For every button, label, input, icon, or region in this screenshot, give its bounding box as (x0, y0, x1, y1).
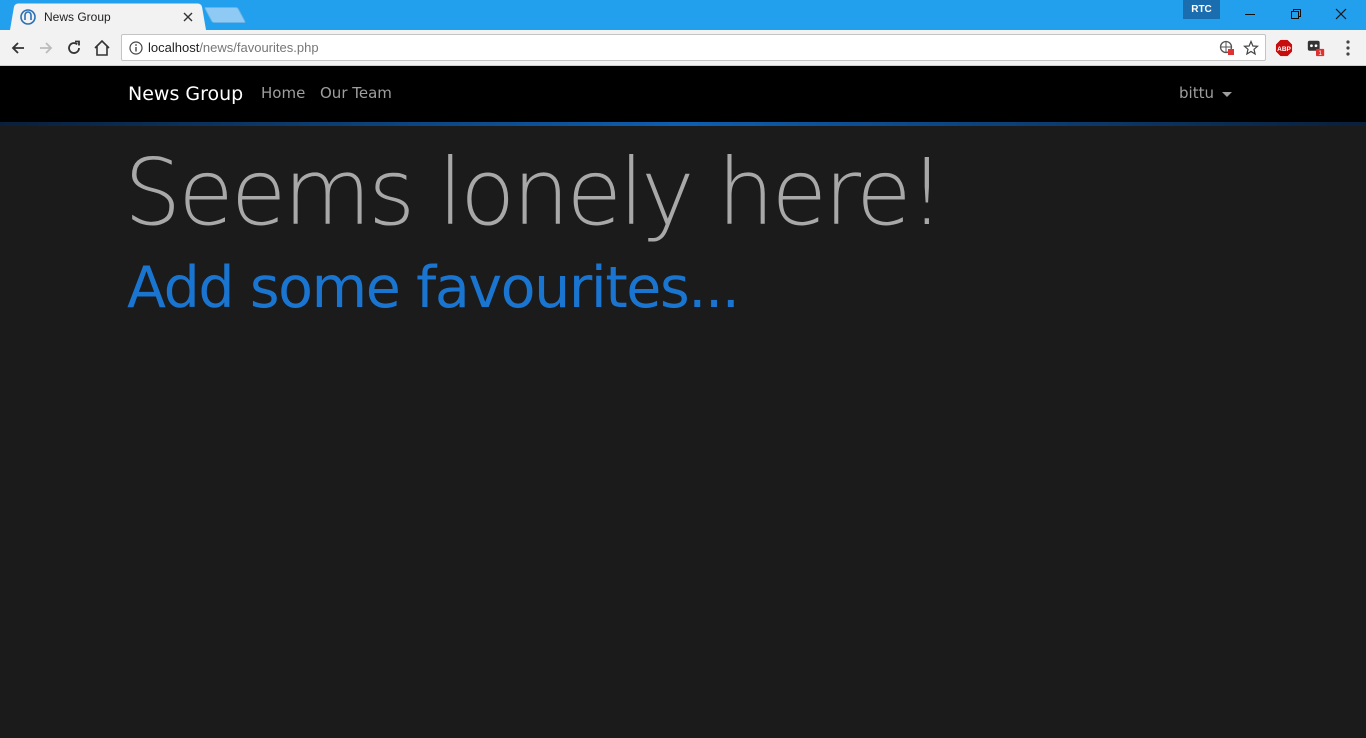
url-text[interactable]: localhost/news/favourites.php (148, 40, 319, 55)
page-subtitle: Add some favourites... (127, 255, 740, 321)
minimize-icon (1245, 14, 1255, 15)
nav-link-home[interactable]: Home (261, 84, 305, 102)
site-brand-link[interactable]: News Group (128, 83, 243, 105)
browser-toolbar: localhost/news/favourites.php ABP 1 (0, 30, 1366, 66)
bookmark-star-icon[interactable] (1242, 39, 1260, 57)
user-dropdown[interactable]: bittu (1179, 84, 1232, 102)
restore-icon (1291, 9, 1301, 19)
tab-title: News Group (44, 10, 111, 24)
nav-link-our-team[interactable]: Our Team (320, 84, 392, 102)
back-button[interactable] (5, 35, 31, 61)
chrome-menu-icon[interactable] (1338, 38, 1358, 58)
extension-notification-icon[interactable]: 1 (1306, 38, 1326, 58)
back-arrow-icon (11, 42, 24, 54)
page-title: Seems lonely here! (124, 139, 945, 246)
navbar-accent-line (0, 122, 1366, 126)
abp-label: ABP (1277, 46, 1291, 53)
site-navbar: News Group Home Our Team bittu (0, 66, 1366, 122)
browser-tab[interactable]: News Group (20, 4, 202, 30)
translate-blocked-icon[interactable] (1218, 39, 1236, 57)
adblock-plus-icon[interactable]: ABP (1274, 38, 1294, 58)
site-info-icon[interactable] (128, 40, 144, 56)
tab-close-icon[interactable] (180, 9, 196, 25)
close-window-button[interactable] (1318, 0, 1364, 28)
forward-arrow-icon (40, 42, 53, 54)
extension-badge-count: 1 (1318, 50, 1322, 57)
address-bar[interactable]: localhost/news/favourites.php (121, 34, 1266, 61)
home-button[interactable] (89, 35, 115, 61)
user-name: bittu (1179, 84, 1214, 102)
rtc-badge: RTC (1183, 0, 1220, 19)
forward-button[interactable] (33, 35, 59, 61)
reload-icon (68, 40, 80, 54)
close-icon (1335, 8, 1347, 20)
browser-titlebar: News Group RTC (0, 0, 1366, 30)
url-host: localhost (148, 40, 200, 55)
url-path: /news/favourites.php (199, 40, 319, 55)
news-group-favicon-icon (20, 9, 36, 25)
home-icon (94, 39, 110, 56)
minimize-button[interactable] (1227, 0, 1273, 28)
reload-button[interactable] (61, 35, 87, 61)
caret-down-icon (1221, 91, 1232, 97)
new-tab-button[interactable] (203, 7, 247, 23)
restore-button[interactable] (1273, 0, 1319, 28)
